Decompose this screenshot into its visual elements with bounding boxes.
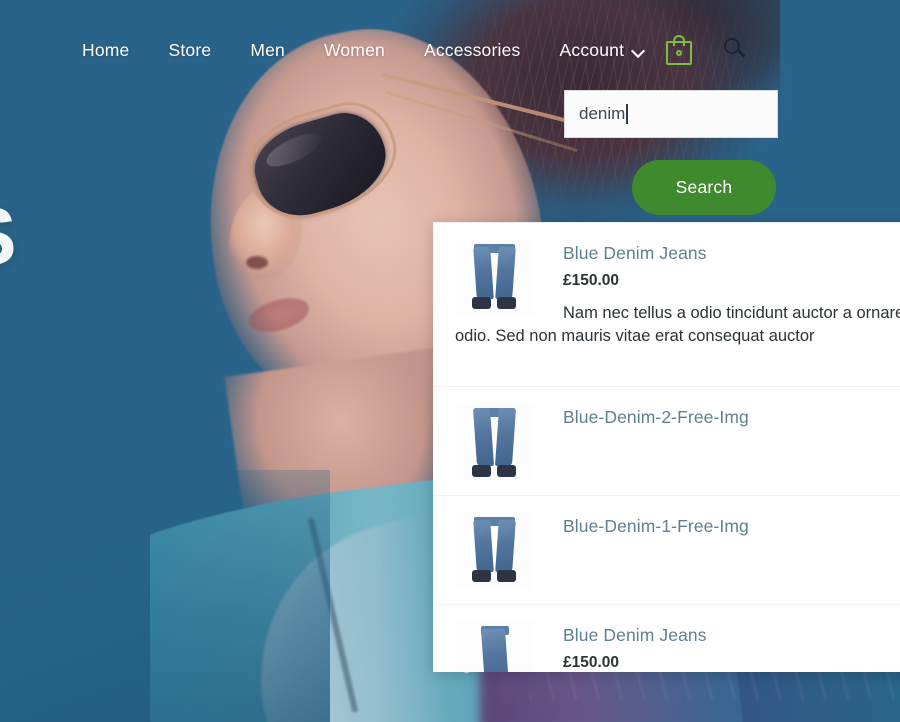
nav-item-account[interactable]: Account bbox=[560, 40, 645, 61]
search-icon-handle bbox=[737, 49, 746, 58]
search-form: denim Search bbox=[564, 90, 778, 215]
hero-heading: S bbox=[0, 196, 17, 278]
jeans-image bbox=[455, 512, 533, 591]
chevron-down-icon bbox=[633, 45, 644, 56]
nav-item-men[interactable]: Men bbox=[250, 40, 285, 61]
jeans-image bbox=[455, 239, 533, 317]
list-item[interactable]: Blue-Denim-2-Free-Img bbox=[433, 387, 900, 497]
product-description-line-2: odio. Sed non mauris vitae erat consequa… bbox=[455, 327, 815, 346]
search-input[interactable]: denim bbox=[564, 90, 778, 138]
nav-item-accessories[interactable]: Accessories bbox=[424, 40, 521, 61]
main-navbar: Home Store Men Women Accessories Account bbox=[0, 0, 900, 100]
hero-lower-left-shade bbox=[0, 470, 330, 722]
list-item[interactable]: Blue Denim Jeans £150.00 Nam nec tellus … bbox=[433, 223, 900, 388]
list-item[interactable]: Blue-Denim-1-Free-Img bbox=[433, 496, 900, 606]
jeans-image bbox=[455, 403, 533, 482]
photo-nostril bbox=[246, 256, 268, 269]
product-thumbnail bbox=[455, 621, 533, 672]
nav-links: Home Store Men Women Accessories Account bbox=[82, 40, 644, 61]
product-thumbnail bbox=[455, 512, 533, 591]
search-icon[interactable] bbox=[724, 38, 748, 62]
text-caret bbox=[626, 104, 628, 124]
search-input-value: denim bbox=[579, 104, 626, 123]
product-thumbnail bbox=[455, 239, 533, 317]
product-description-line-3: eu in elit.... bbox=[433, 349, 900, 372]
shopping-bag-icon[interactable] bbox=[666, 35, 693, 65]
product-description-line-1: Nam nec tellus a odio tincidunt auctor a… bbox=[563, 303, 900, 322]
search-button[interactable]: Search bbox=[632, 160, 776, 215]
nav-icon-group bbox=[666, 35, 748, 65]
jeans-image bbox=[455, 621, 533, 672]
search-results-dropdown: Blue Denim Jeans £150.00 Nam nec tellus … bbox=[433, 222, 900, 672]
nav-item-home[interactable]: Home bbox=[82, 40, 129, 61]
list-item[interactable]: Blue Denim Jeans £150.00 bbox=[433, 605, 900, 672]
nav-item-account-label: Account bbox=[559, 39, 625, 60]
page-root: S Home Store Men Women Accessories Accou… bbox=[0, 0, 900, 722]
nav-item-women[interactable]: Women bbox=[324, 40, 385, 61]
nav-item-store[interactable]: Store bbox=[168, 40, 211, 61]
product-thumbnail bbox=[455, 403, 533, 482]
